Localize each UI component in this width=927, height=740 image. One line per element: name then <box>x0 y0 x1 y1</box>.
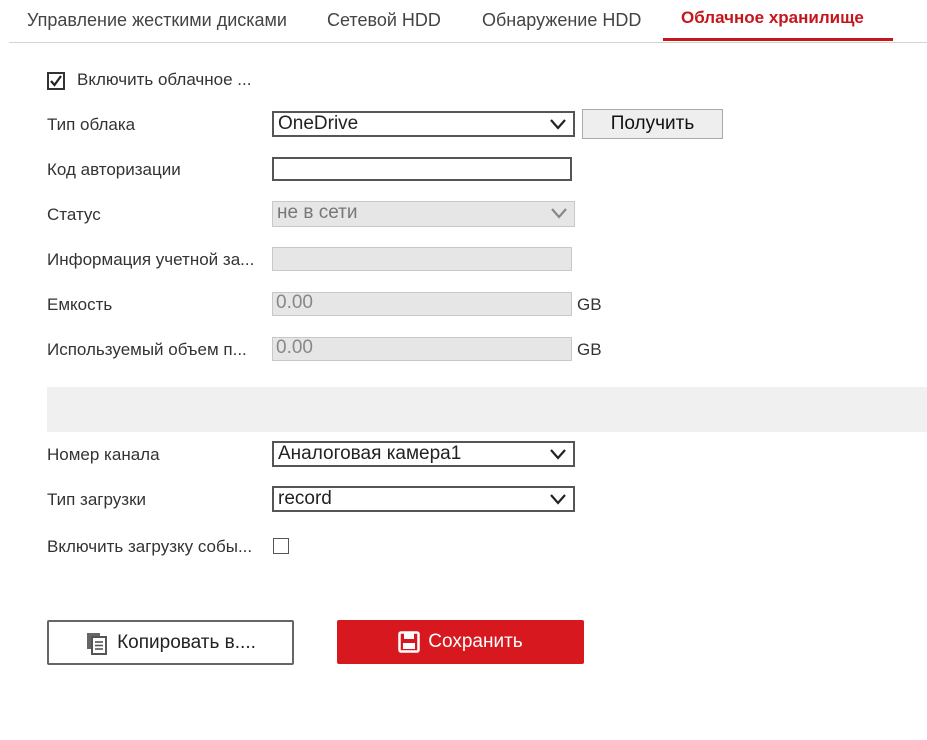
cloud-type-label: Тип облака <box>47 115 136 134</box>
channel-label: Номер канала <box>47 445 160 464</box>
upload-type-select[interactable]: record <box>272 486 575 512</box>
copy-to-button[interactable]: Копировать в.... <box>47 620 294 665</box>
chevron-down-icon <box>550 494 566 505</box>
cloud-type-value: OneDrive <box>278 113 359 134</box>
used-space-label: Используемый объем п... <box>47 340 247 359</box>
tab-network-hdd[interactable]: Сетевой HDD <box>327 10 441 31</box>
event-upload-checkbox[interactable] <box>273 538 289 554</box>
upload-type-value: record <box>278 488 332 509</box>
save-icon <box>398 631 421 653</box>
used-space-unit: GB <box>577 340 602 359</box>
capacity-unit: GB <box>577 295 602 314</box>
channel-select[interactable]: Аналоговая камера1 <box>272 441 575 467</box>
get-button[interactable]: Получить <box>582 109 723 139</box>
account-info-input <box>272 247 572 271</box>
enable-cloud-label: Включить облачное ... <box>77 70 252 89</box>
active-tab-indicator <box>663 38 893 41</box>
channel-value: Аналоговая камера1 <box>278 443 462 464</box>
save-label: Сохранить <box>428 631 523 652</box>
chevron-down-icon <box>550 449 566 460</box>
tab-cloud-storage[interactable]: Облачное хранилище <box>681 8 864 28</box>
account-info-label: Информация учетной за... <box>47 250 255 269</box>
tab-hdd-management[interactable]: Управление жесткими дисками <box>27 10 287 31</box>
chevron-down-icon <box>550 119 566 130</box>
status-value: не в сети <box>277 202 358 223</box>
copy-icon <box>87 632 108 655</box>
copy-to-label: Копировать в.... <box>117 631 256 653</box>
enable-cloud-checkbox[interactable] <box>47 72 65 90</box>
used-space-input: 0.00 <box>272 337 572 361</box>
auth-code-label: Код авторизации <box>47 160 181 179</box>
capacity-input: 0.00 <box>272 292 572 316</box>
chevron-down-icon <box>551 208 567 219</box>
upload-type-label: Тип загрузки <box>47 490 147 509</box>
save-button[interactable]: Сохранить <box>337 620 584 664</box>
cloud-type-select[interactable]: OneDrive <box>272 111 575 137</box>
status-label: Статус <box>47 205 101 224</box>
status-select: не в сети <box>272 201 575 227</box>
section-divider <box>47 387 927 432</box>
auth-code-input[interactable] <box>272 157 572 181</box>
event-upload-label: Включить загрузку собы... <box>47 537 253 556</box>
checkmark-icon <box>50 75 62 87</box>
tab-hdd-detection[interactable]: Обнаружение HDD <box>482 10 641 31</box>
capacity-label: Емкость <box>47 295 113 314</box>
tab-bar: Управление жесткими дисками Сетевой HDD … <box>9 0 927 43</box>
